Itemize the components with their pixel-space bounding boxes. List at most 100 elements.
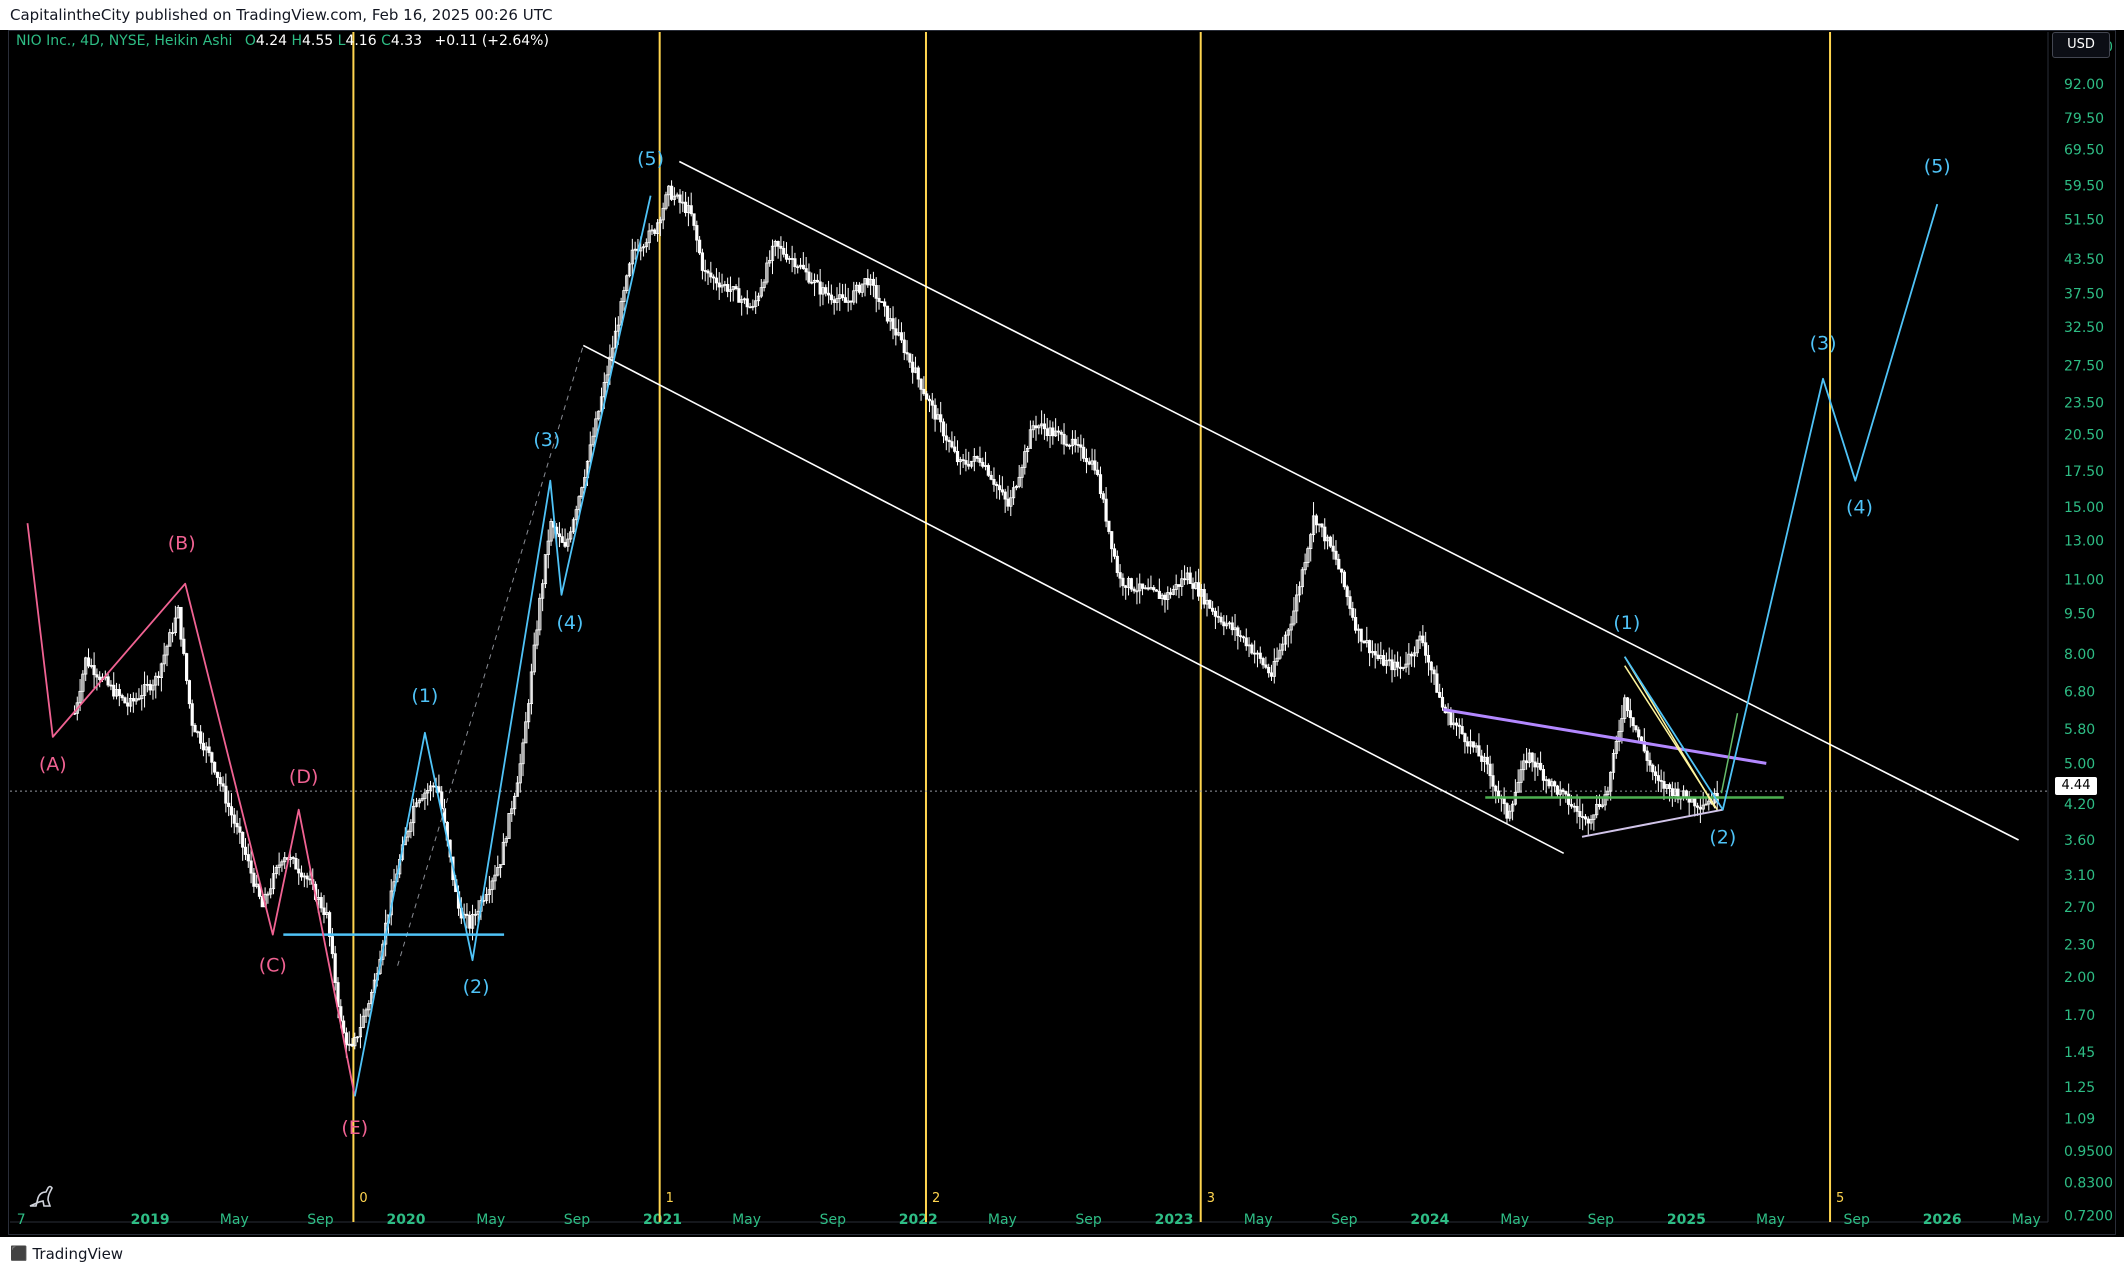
candle-body [784, 253, 789, 260]
candle-body [1236, 627, 1240, 637]
cycle-line-label: 5 [1836, 1191, 1844, 1206]
candle-body [989, 474, 993, 480]
x-tick-label: May [732, 1212, 761, 1228]
candle-body [737, 288, 741, 303]
pink-wave-path [26, 523, 356, 1097]
y-tick-label: 0.8300 [2064, 1175, 2113, 1191]
candle-body [1104, 498, 1108, 522]
y-tick-label: 92.00 [2064, 77, 2104, 93]
candle-body [874, 285, 878, 299]
candle-body [1211, 607, 1215, 612]
x-tick-label: Sep [1075, 1212, 1102, 1228]
candle-body [1154, 589, 1159, 592]
candle-body [557, 533, 562, 538]
x-tick-label: 2026 [1923, 1212, 1962, 1228]
candle-body [243, 846, 248, 855]
x-tick-label: May [2012, 1212, 2041, 1228]
candle-body [1466, 741, 1470, 747]
candle-body [790, 258, 794, 260]
candle-body [1096, 469, 1100, 476]
y-tick-label: 1.25 [2064, 1080, 2095, 1096]
candle-body [120, 695, 124, 699]
candle-body [1494, 785, 1498, 792]
candle-body [238, 826, 242, 833]
candle-body [1373, 651, 1377, 656]
candle-body [1253, 652, 1257, 655]
x-tick-label: Sep [564, 1212, 591, 1228]
candle-body [930, 400, 934, 406]
candle-body [1382, 655, 1386, 666]
candle-body [1583, 816, 1588, 820]
candle-body [1659, 780, 1663, 782]
candle-body [232, 814, 236, 824]
candle-body [249, 860, 253, 874]
candle-body [1093, 460, 1097, 471]
symbol-legend: NIO Inc., 4D, NYSE, Heikin Ashi O4.24 H4… [16, 33, 549, 49]
candle-body [698, 239, 702, 254]
candle-body [902, 339, 906, 353]
footer-brand[interactable]: TradingView [32, 1237, 123, 1271]
candle-body [1168, 592, 1173, 595]
candle-body [953, 446, 957, 452]
candle-body [1337, 558, 1341, 570]
y-tick-label: 15.00 [2064, 500, 2104, 516]
candle-body [1541, 768, 1546, 781]
candle-body [1398, 666, 1403, 669]
candle-body [891, 318, 895, 330]
candle-body [1634, 725, 1638, 731]
candle-body [221, 783, 225, 787]
candle-body [1480, 755, 1484, 762]
candle-body [1651, 764, 1655, 773]
y-tick-label: 6.80 [2064, 685, 2095, 701]
candle-body [193, 724, 197, 733]
candle-body [1569, 804, 1574, 807]
wave-label: (A) [39, 753, 67, 775]
y-tick-label: 1.09 [2064, 1112, 2095, 1128]
currency-button[interactable]: USD [2052, 32, 2110, 58]
candle-body [997, 485, 1002, 491]
candle-body [857, 284, 862, 293]
candle-body [955, 451, 960, 463]
candle-body [1213, 610, 1218, 617]
candle-body [1429, 661, 1433, 671]
y-tick-label: 43.50 [2064, 252, 2104, 268]
candle-body [106, 676, 110, 686]
y-tick-label: 0.9500 [2064, 1144, 2113, 1160]
dino-icon[interactable] [26, 1180, 56, 1210]
candle-body [911, 361, 915, 373]
x-tick-label: 2021 [643, 1212, 682, 1228]
candle-body [1693, 798, 1697, 807]
candle-body [1051, 427, 1055, 437]
candle-body [1320, 523, 1324, 528]
candle-body [1328, 536, 1332, 547]
x-tick-label: 2024 [1410, 1212, 1449, 1228]
wave-label: (D) [289, 766, 318, 788]
candle-body [1216, 615, 1220, 618]
candle-body [210, 752, 214, 763]
candle-body [1564, 791, 1568, 795]
y-tick-label: 13.00 [2064, 534, 2104, 550]
candle-body [1581, 816, 1585, 818]
y-tick-label: 1.45 [2064, 1045, 2095, 1061]
candle-body [810, 281, 814, 284]
candle-body [1426, 654, 1431, 663]
candle-body [1390, 659, 1394, 671]
x-tick-label: 2020 [386, 1212, 425, 1228]
candle-body [1239, 635, 1243, 638]
candle-body [706, 270, 710, 274]
candle-body [179, 606, 183, 640]
candle-body [695, 225, 699, 241]
candle-body [148, 683, 152, 691]
candle-body [327, 912, 332, 937]
y-tick-label: 8.00 [2064, 647, 2095, 663]
wave-label: (3) [1810, 332, 1837, 354]
close-label: C [381, 33, 391, 49]
candle-body [1396, 661, 1400, 668]
candle-body [883, 301, 887, 307]
candle-body [297, 868, 301, 874]
candle-body [804, 268, 808, 273]
price-chart[interactable]: 108.0092.0079.5069.5059.5051.5043.5037.5… [0, 0, 2124, 1271]
candle-body [1208, 599, 1212, 609]
y-tick-label: 2.30 [2064, 938, 2095, 954]
candle-body [1115, 555, 1119, 573]
